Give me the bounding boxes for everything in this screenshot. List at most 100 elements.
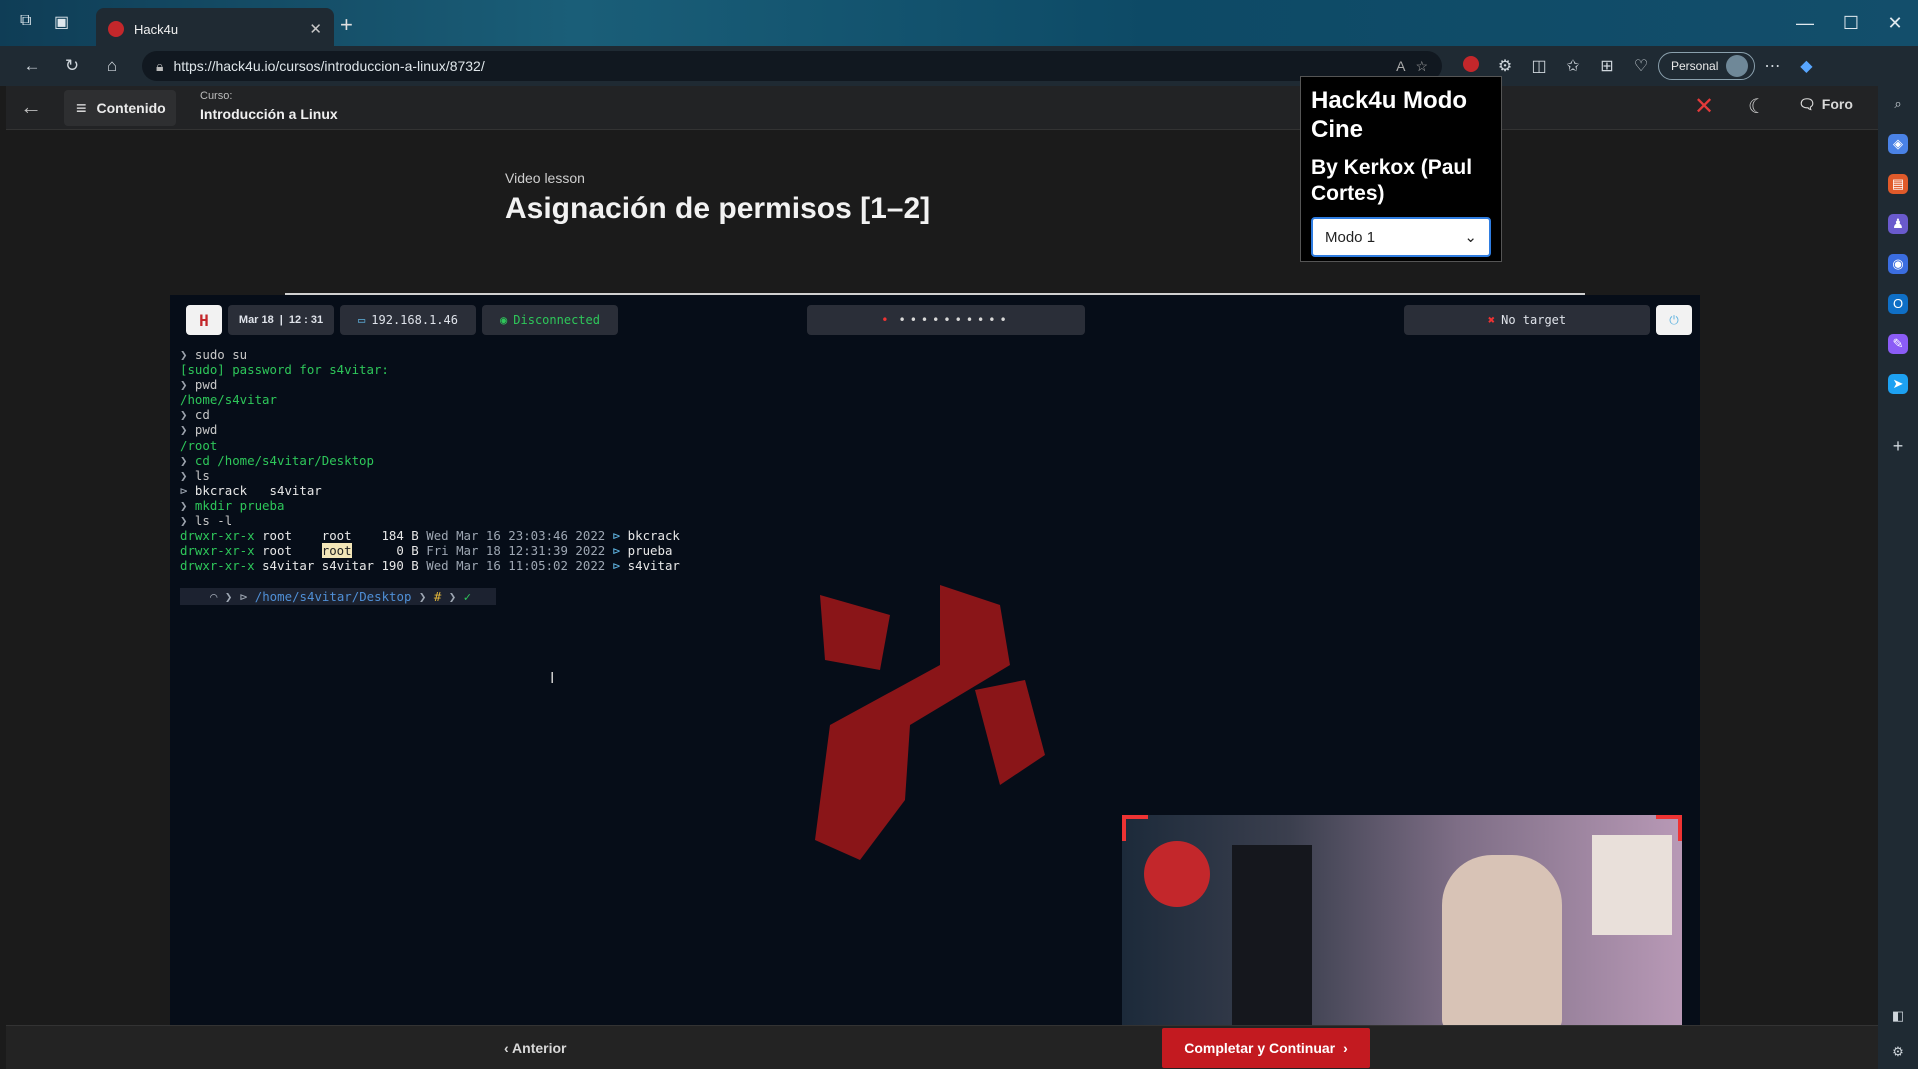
address-bar[interactable]: 🔒︎ https://hack4u.io/cursos/introduccion… xyxy=(142,51,1442,81)
status-pill: ◉ Disconnected xyxy=(482,305,618,335)
sidebar-toggle-icon[interactable]: ◧ xyxy=(1888,1006,1908,1026)
edge-sidebar: ⌕ ◈ ▤ ♟ ◉ O ✎ ➤ + ◧ ⚙ xyxy=(1878,86,1918,1069)
target-pill: ✖ No target xyxy=(1404,305,1650,335)
ip-text: 192.168.1.46 xyxy=(371,313,458,327)
ls-name: prueba xyxy=(627,543,673,559)
mode-select-value: Modo 1 xyxy=(1325,228,1376,246)
games-icon[interactable]: ♟ xyxy=(1888,214,1908,234)
browser-essentials-icon[interactable]: ♡ xyxy=(1624,56,1658,76)
avatar xyxy=(1726,55,1749,77)
window-close-icon[interactable]: ✕ xyxy=(1880,8,1910,38)
ls-size: 190 B xyxy=(381,558,419,574)
copilot-icon[interactable]: ◆ xyxy=(1789,56,1823,76)
new-tab-icon[interactable]: + xyxy=(340,12,353,38)
ls-group: s4vitar xyxy=(321,558,374,574)
term-line: /root xyxy=(180,437,218,453)
tools-icon[interactable]: ▤ xyxy=(1888,174,1908,194)
profile-label: Personal xyxy=(1671,59,1719,73)
ls-perm: drwxr-xr-x xyxy=(180,528,255,544)
browser-back-icon[interactable]: ← xyxy=(12,56,52,76)
hack4u-extension-icon[interactable] xyxy=(1454,55,1488,77)
ls-perm: drwxr-xr-x xyxy=(180,558,255,574)
lesson-footer: ‹ Anterior Completar y Continuar › xyxy=(6,1025,1878,1069)
ls-user: root xyxy=(262,528,292,544)
power-icon: ⏻ xyxy=(1656,305,1692,335)
workspaces-icon[interactable]: ⧉ xyxy=(20,12,31,30)
contenido-label: Contenido xyxy=(96,100,166,116)
moon-icon[interactable]: ☾ xyxy=(1748,94,1766,119)
target-x-icon: ✖ xyxy=(1487,313,1496,327)
refresh-icon[interactable]: ↻ xyxy=(52,56,92,76)
collections-icon[interactable]: ⊞ xyxy=(1590,56,1624,76)
ls-group: root xyxy=(321,528,352,544)
term-line: sudo su xyxy=(194,347,248,362)
outlook-icon[interactable]: O xyxy=(1888,294,1908,314)
add-icon[interactable]: + xyxy=(1888,436,1908,456)
anterior-button[interactable]: ‹ Anterior xyxy=(504,1040,567,1056)
maximize-icon[interactable]: ☐ xyxy=(1836,8,1866,38)
tab-actions-icon[interactable]: ▣ xyxy=(54,12,69,32)
copilot-sidebar-icon[interactable]: ◉ xyxy=(1888,254,1908,274)
send-icon[interactable]: ➤ xyxy=(1888,374,1908,394)
ls-perm: drwxr-xr-x xyxy=(180,543,255,559)
home-icon[interactable]: ⌂ xyxy=(92,56,132,76)
chevron-down-icon: ⌄ xyxy=(1464,229,1477,247)
close-icon[interactable]: ✕ xyxy=(1694,92,1714,121)
hack4u-favicon-icon xyxy=(108,21,124,37)
favorite-star-icon[interactable]: ☆ xyxy=(1415,58,1428,75)
designer-icon[interactable]: ✎ xyxy=(1888,334,1908,354)
terminal-topbar: H Mar 18 | 12 : 31 ▭ 192.168.1.46 ◉ Disc… xyxy=(178,305,1692,341)
target-text: No target xyxy=(1501,313,1567,327)
lesson-title: Asignación de permisos [1–2] xyxy=(505,192,931,225)
frame-corner xyxy=(1122,815,1148,841)
mode-select[interactable]: Modo 1 ⌄ xyxy=(1311,217,1491,258)
forum-icon: 🗨︎ xyxy=(1798,96,1816,112)
lock-icon: 🔒︎ xyxy=(156,57,164,74)
profile-button[interactable]: Personal xyxy=(1658,52,1756,80)
ls-name: s4vitar xyxy=(627,558,680,574)
browser-tab[interactable]: Hack4u ✕ xyxy=(96,8,334,50)
ls-user: s4vitar xyxy=(262,558,315,574)
chevron-left-icon: ‹ xyxy=(504,1040,513,1056)
tab-close-icon[interactable]: ✕ xyxy=(309,20,322,38)
menu-icon: ≡ xyxy=(76,97,87,118)
ls-date: Wed Mar 16 11:05:02 2022 xyxy=(426,558,606,574)
status-text: Disconnected xyxy=(513,313,600,327)
browser-titlebar: ⧉ ▣ Hack4u ✕ + — ☐ ✕ xyxy=(0,0,1918,50)
presenter-figure xyxy=(1442,855,1562,1025)
shopping-icon[interactable]: ◈ xyxy=(1888,134,1908,154)
status-dot-icon: ◉ xyxy=(500,313,508,327)
completar-continuar-button[interactable]: Completar y Continuar › xyxy=(1162,1028,1370,1068)
browser-toolbar: ← ↻ ⌂ 🔒︎ https://hack4u.io/cursos/introd… xyxy=(0,46,1918,86)
video-player[interactable]: H Mar 18 | 12 : 31 ▭ 192.168.1.46 ◉ Disc… xyxy=(170,295,1700,1025)
minimize-icon[interactable]: — xyxy=(1790,8,1820,38)
date-time-pill: Mar 18 | 12 : 31 xyxy=(228,305,334,335)
ls-user: root xyxy=(262,543,292,559)
extensions-icon[interactable]: ⚙ xyxy=(1488,56,1522,76)
search-icon[interactable]: ⌕ xyxy=(1888,94,1908,114)
anterior-label: Anterior xyxy=(512,1040,567,1056)
foro-label: Foro xyxy=(1821,96,1853,112)
split-screen-icon[interactable]: ◫ xyxy=(1522,56,1556,76)
ls-date: Fri Mar 18 12:31:39 2022 xyxy=(426,543,606,559)
course-kicker: Curso: xyxy=(200,90,233,102)
foro-button[interactable]: 🗨︎ Foro xyxy=(1798,96,1853,113)
separator: | xyxy=(279,314,283,326)
chevron-right-icon: › xyxy=(1343,1040,1348,1056)
workspaces-pill: • •••••••••• xyxy=(807,305,1085,335)
favorites-icon[interactable]: ✩ xyxy=(1556,56,1590,76)
webcam-overlay xyxy=(1122,815,1682,1025)
shell-prompt: ◠ ❯ ⊳ /home/s4vitar/Desktop ❯ # ❯ ✓ xyxy=(180,587,497,605)
read-aloud-icon[interactable]: A xyxy=(1396,58,1405,74)
course-name: Introducción a Linux xyxy=(200,106,338,122)
settings-icon[interactable]: ⚙ xyxy=(1888,1042,1908,1062)
contenido-button[interactable]: ≡ Contenido xyxy=(64,90,176,126)
term-line: [sudo] password for s4vitar: xyxy=(180,362,389,378)
terminal-output: ❯ sudo su [sudo] password for s4vitar: ❯… xyxy=(180,347,680,605)
term-line: pwd xyxy=(194,422,218,438)
back-arrow-icon[interactable]: ← xyxy=(20,94,42,120)
more-menu-icon[interactable]: ⋯ xyxy=(1755,56,1789,76)
continuar-label: Completar y Continuar xyxy=(1184,1040,1336,1056)
wall-poster xyxy=(1592,835,1672,935)
course-header: ← ≡ Contenido Curso: Introducción a Linu… xyxy=(6,86,1878,130)
